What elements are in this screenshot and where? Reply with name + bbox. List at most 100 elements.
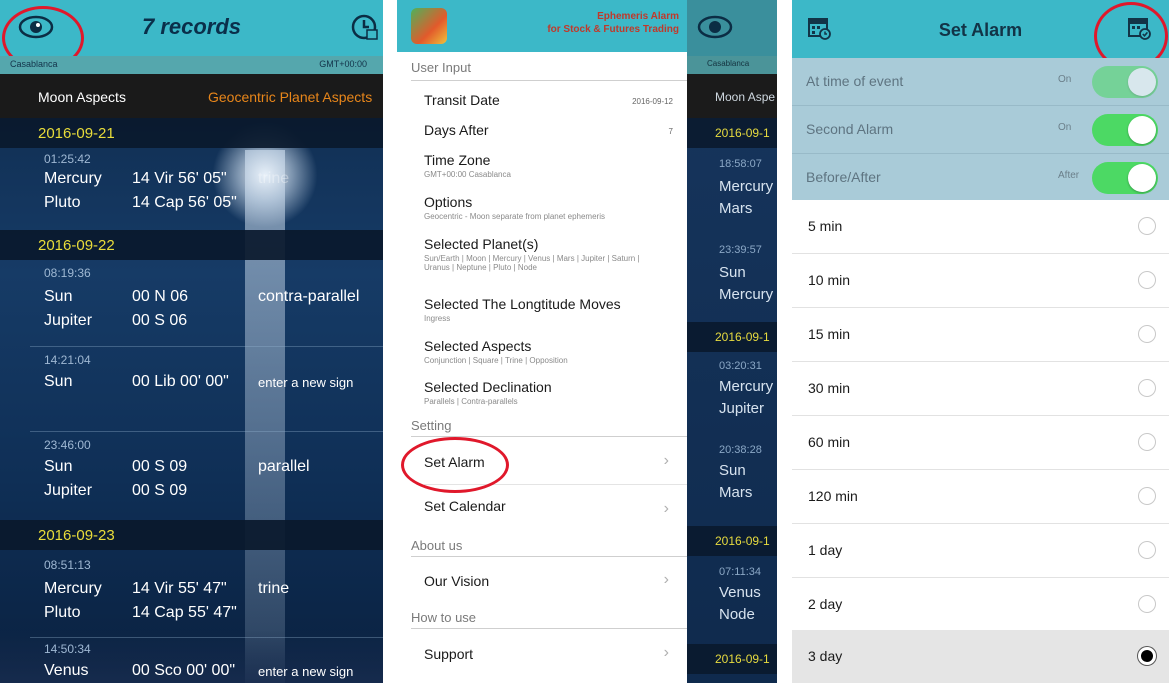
radio-button[interactable]: [1138, 541, 1156, 559]
menu-item-set-calendar[interactable]: Set Calendar: [424, 498, 506, 514]
record-position: 00 S 06: [132, 312, 188, 329]
menu-item-time-zone[interactable]: Time Zone: [424, 152, 490, 168]
record-position: 00 N 06: [132, 288, 189, 305]
background-header: [687, 0, 777, 56]
location-label: Casablanca: [10, 59, 58, 69]
second-alarm-toggle[interactable]: [1092, 114, 1158, 146]
alarm-option-row[interactable]: 1 day: [792, 524, 1169, 578]
record-planet: Sun: [719, 264, 746, 281]
record-row[interactable]: 23:46:00 Sun 00 S 09 parallel Jupiter 00…: [0, 432, 383, 518]
menu-item-transit-date[interactable]: Transit Date: [424, 92, 500, 108]
record-position: 14 Cap 55' 47": [132, 604, 237, 621]
radio-button[interactable]: [1138, 595, 1156, 613]
record-row[interactable]: 08:19:36 Sun 00 N 06 contra-parallel Jup…: [0, 260, 383, 346]
record-planet: Pluto: [44, 604, 81, 621]
tab-moon-aspects[interactable]: Moon Aspects: [38, 89, 126, 105]
record-row[interactable]: 14:21:04 Sun 00 Lib 00' 00" enter a new …: [0, 347, 383, 431]
option-label: 15 min: [808, 326, 851, 342]
alarm-option-row[interactable]: 60 min: [792, 416, 1169, 470]
alarm-option-row[interactable]: 30 min: [792, 362, 1169, 416]
record-planet: Sun: [44, 288, 73, 305]
record-time: 14:21:04: [44, 353, 91, 367]
chevron-right-icon: ›: [663, 644, 669, 661]
record-planet: Jupiter: [719, 400, 765, 417]
radio-button[interactable]: [1138, 379, 1156, 397]
alarm-option-row-selected[interactable]: 3 day: [792, 630, 1169, 683]
record-planet: Sun: [44, 373, 73, 390]
alarm-option-row[interactable]: 2 day: [792, 578, 1169, 632]
time-zone-detail: GMT+00:00 Casablanca: [424, 170, 511, 179]
alarm-option-row[interactable]: 120 min: [792, 470, 1169, 524]
toggle-state: After: [1058, 170, 1080, 181]
section-divider: [411, 80, 687, 81]
record-planet: Mars: [719, 200, 753, 217]
app-title-line2: for Stock & Futures Trading: [547, 24, 679, 35]
radio-button[interactable]: [1138, 487, 1156, 505]
record-row[interactable]: 01:25:42 Mercury 14 Vir 56' 05" trine Pl…: [0, 148, 383, 230]
record-planet: Node: [719, 606, 755, 623]
record-planet: Mercury: [44, 580, 102, 597]
record-planet: Venus: [719, 584, 761, 601]
menu-item-selected-aspects[interactable]: Selected Aspects: [424, 338, 531, 354]
background-tabs: Moon Aspe: [687, 74, 777, 118]
at-time-of-event-toggle[interactable]: [1092, 66, 1158, 98]
section-about-us: About us: [411, 538, 463, 553]
record-planet: Mars: [719, 484, 753, 501]
alarm-option-row[interactable]: 5 min: [792, 200, 1169, 254]
menu-item-support[interactable]: Support: [424, 646, 473, 662]
record-time: 18:58:07: [719, 158, 762, 170]
record-aspect: parallel: [258, 458, 310, 475]
chevron-right-icon: ›: [663, 500, 669, 517]
radio-button-selected[interactable]: [1138, 647, 1156, 665]
toggle-state: On: [1058, 74, 1072, 85]
toggle-knob: [1128, 68, 1156, 96]
toggle-label: At time of event: [806, 73, 904, 89]
record-row[interactable]: 08:51:13 Mercury 14 Vir 55' 47" trine Pl…: [0, 552, 383, 636]
record-time: 20:38:28: [719, 444, 762, 456]
records-screen: 7 records Casablanca GMT+00:00 Moon Aspe…: [0, 0, 383, 683]
record-time: 07:11:34: [719, 566, 762, 578]
toggle-row: Before/After After: [792, 154, 1169, 202]
record-planet: Mercury: [719, 178, 774, 195]
alarm-option-row[interactable]: 10 min: [792, 254, 1169, 308]
record-position: 14 Vir 55' 47": [132, 580, 227, 597]
record-time: 23:46:00: [44, 438, 91, 452]
menu-item-options[interactable]: Options: [424, 194, 472, 210]
record-planet: Sun: [44, 458, 73, 475]
alarm-clock-icon[interactable]: [350, 12, 378, 42]
record-row[interactable]: 14:50:34 Venus 00 Sco 00' 00" enter a ne…: [0, 638, 383, 683]
selected-aspects-detail: Conjunction | Square | Trine | Oppositio…: [424, 356, 568, 365]
toggle-knob: [1128, 116, 1156, 144]
app-title: Ephemeris Alarm for Stock & Futures Trad…: [547, 10, 679, 36]
date-header: 2016-09-23: [0, 520, 383, 550]
selected-declination-detail: Parallels | Contra-parallels: [424, 397, 518, 406]
radio-button[interactable]: [1138, 217, 1156, 235]
menu-item-days-after[interactable]: Days After: [424, 122, 489, 138]
alarm-option-row[interactable]: 15 min: [792, 308, 1169, 362]
toggle-state: On: [1058, 122, 1072, 133]
menu-item-our-vision[interactable]: Our Vision: [424, 573, 489, 589]
menu-item-selected-declination[interactable]: Selected Declination: [424, 379, 552, 395]
options-detail: Geocentric - Moon separate from planet e…: [424, 212, 605, 221]
radio-button[interactable]: [1138, 433, 1156, 451]
record-time: 03:20:31: [719, 360, 762, 372]
record-position: 00 S 09: [132, 482, 188, 499]
option-label: 60 min: [808, 434, 851, 450]
radio-button[interactable]: [1138, 325, 1156, 343]
record-planet: Mercury: [44, 170, 102, 187]
section-how-to-use: How to use: [411, 610, 477, 625]
menu-item-longitude-moves[interactable]: Selected The Longtitude Moves: [424, 296, 621, 312]
date-label: 2016-09-1: [715, 330, 770, 344]
aspect-tabs: Moon Aspects Geocentric Planet Aspects: [0, 74, 383, 118]
before-after-toggle[interactable]: [1092, 162, 1158, 194]
location-bar: Casablanca GMT+00:00: [0, 56, 383, 74]
toggle-row: Second Alarm On: [792, 106, 1169, 154]
section-user-input: User Input: [411, 60, 471, 75]
radio-button[interactable]: [1138, 271, 1156, 289]
menu-item-selected-planets[interactable]: Selected Planet(s): [424, 236, 538, 252]
tab-geocentric-planet-aspects[interactable]: Geocentric Planet Aspects: [208, 89, 372, 105]
option-label: 3 day: [808, 648, 843, 664]
record-position: 00 Sco 00' 00": [132, 662, 236, 679]
section-divider: [411, 628, 687, 629]
record-planet: Pluto: [44, 194, 81, 211]
